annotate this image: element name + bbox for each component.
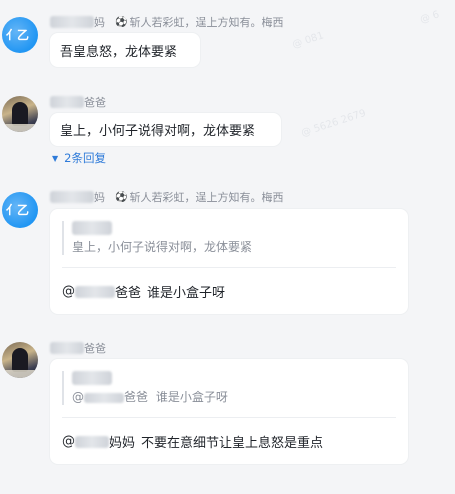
avatar-figure — [12, 102, 28, 126]
reply-card: @ 爸爸 谁是小盒子呀 @ 妈妈 不要在意细节让皇上息怒是重点 — [50, 359, 408, 464]
message-meta: 爸爸 — [50, 340, 106, 356]
redacted-mention — [75, 285, 115, 298]
avatar-band — [2, 370, 38, 378]
message-bubble: 皇上，小何子说得对啊，龙体要紧 — [50, 113, 281, 146]
avatar[interactable]: 亻乙 — [2, 17, 38, 53]
redacted-name — [50, 342, 84, 354]
reply-card: 皇上，小何子说得对啊，龙体要紧 @ 爸爸 谁是小盒子呀 — [50, 209, 408, 314]
message-bubble: 吾皇息怒，龙体要紧 — [50, 33, 200, 67]
watermark: @ 081 — [291, 30, 326, 51]
status-text: 斩人若彩虹，逞上方知有。梅西 — [129, 191, 284, 204]
soccer-ball-icon: ⚽ — [115, 191, 128, 203]
quoted-mention-suffix: 爸爸 — [124, 390, 149, 404]
sender-name-suffix: 妈 — [94, 191, 105, 204]
quoted-text: 谁是小盒子呀 — [155, 390, 228, 404]
message-meta: 爸爸 — [50, 94, 106, 110]
caret-down-icon: ▼ — [52, 153, 59, 163]
sender-name-suffix: 妈 — [94, 16, 105, 29]
redacted-mention — [75, 435, 109, 448]
watermark: @ 6 — [418, 9, 441, 26]
avatar[interactable] — [2, 96, 38, 132]
replies-count: 2条回复 — [64, 151, 106, 165]
message-text: 皇上，小何子说得对啊，龙体要紧 — [60, 124, 256, 139]
avatar-figure — [12, 348, 28, 372]
redacted-name — [50, 16, 94, 28]
quoted-message: @ 爸爸 谁是小盒子呀 — [62, 371, 396, 405]
message-meta: 妈 ⚽ 斩人若彩虹，逞上方知有。梅西 — [50, 14, 283, 30]
reply-text: 谁是小盒子呀 — [147, 286, 226, 301]
message-text: 吾皇息怒，龙体要紧 — [60, 44, 178, 60]
redacted-mention — [84, 392, 124, 403]
divider — [62, 267, 396, 268]
sender-name-suffix: 爸爸 — [84, 96, 106, 109]
redacted-name — [50, 96, 84, 108]
quoted-mention-at: @ — [72, 390, 84, 404]
message-meta: 妈 ⚽ 斩人若彩虹，逞上方知有。梅西 — [50, 189, 283, 205]
reply-text: 不要在意细节让皇上息怒是重点 — [141, 436, 324, 451]
mention-suffix: 爸爸 — [115, 286, 142, 301]
quoted-message: 皇上，小何子说得对啊，龙体要紧 — [62, 221, 396, 255]
avatar-glyph: 亻乙 — [6, 28, 29, 42]
avatar-glyph: 亻乙 — [6, 203, 29, 217]
quoted-text: 皇上，小何子说得对啊，龙体要紧 — [72, 240, 253, 254]
redacted-name — [50, 191, 94, 203]
redacted-quoted-name — [72, 371, 112, 385]
divider — [62, 417, 396, 418]
mention-at: @ — [62, 434, 75, 449]
reply-text-line: @ 妈妈 不要在意细节让皇上息怒是重点 — [62, 432, 323, 451]
avatar[interactable] — [2, 342, 38, 378]
redacted-quoted-name — [72, 221, 112, 235]
watermark: @ 5626 2679 — [299, 107, 368, 140]
status-text: 斩人若彩虹，逞上方知有。梅西 — [129, 16, 284, 29]
soccer-ball-icon: ⚽ — [115, 16, 128, 28]
reply-text-line: @ 爸爸 谁是小盒子呀 — [62, 282, 225, 301]
sender-name-suffix: 爸爸 — [84, 342, 106, 355]
mention-suffix: 妈妈 — [109, 436, 136, 451]
avatar[interactable]: 亻乙 — [2, 192, 38, 228]
view-replies-link[interactable]: ▼ 2条回复 — [52, 150, 106, 166]
avatar-band — [2, 124, 38, 132]
mention-at: @ — [62, 284, 75, 299]
